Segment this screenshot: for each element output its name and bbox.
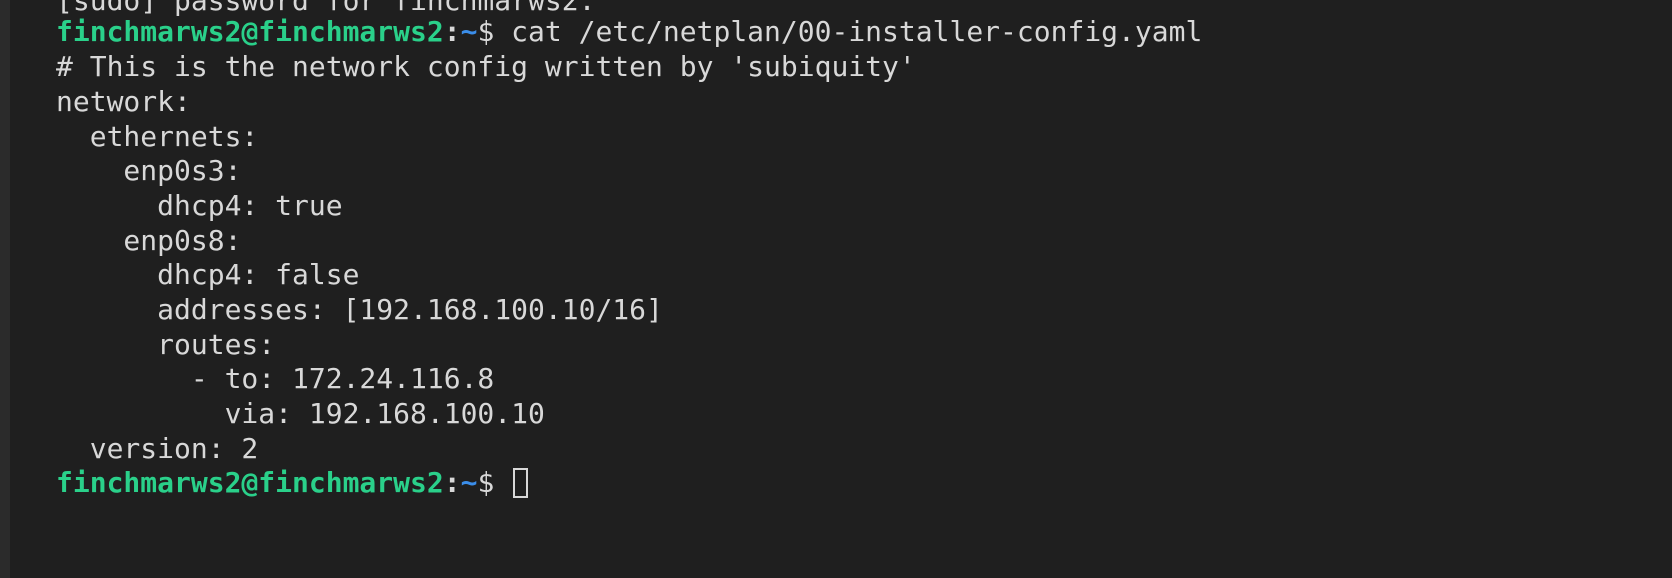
output-line: dhcp4: true bbox=[56, 189, 343, 222]
output-line: enp0s3: bbox=[56, 154, 242, 187]
prompt-symbol: $ bbox=[477, 15, 512, 48]
terminal-window[interactable]: [sudo] password for finchmarws2: finchma… bbox=[10, 0, 1672, 578]
output-line: - to: 172.24.116.8 bbox=[56, 362, 495, 395]
output-line: routes: bbox=[56, 328, 276, 361]
prompt-user-host: finchmarws2@finchmarws2 bbox=[56, 15, 444, 48]
output-line: # This is the network config written by … bbox=[56, 50, 916, 83]
prompt-path: ~ bbox=[460, 466, 478, 499]
cursor-block[interactable] bbox=[513, 468, 529, 498]
output-line: network: bbox=[56, 85, 191, 118]
output-line: version: 2 bbox=[56, 432, 259, 465]
output-line: ethernets: bbox=[56, 120, 259, 153]
prompt-separator: : bbox=[443, 466, 461, 499]
window-edge bbox=[0, 0, 10, 578]
active-prompt-line[interactable]: finchmarws2@finchmarws2:~$ bbox=[56, 464, 529, 501]
prompt-user-host: finchmarws2@finchmarws2 bbox=[56, 466, 444, 499]
prompt-separator: : bbox=[443, 15, 461, 48]
prompt-path: ~ bbox=[460, 15, 478, 48]
command-line: finchmarws2@finchmarws2:~$ cat /etc/netp… bbox=[56, 13, 1202, 50]
prompt-symbol: $ bbox=[477, 466, 512, 499]
output-line: dhcp4: false bbox=[56, 258, 360, 291]
output-line: via: 192.168.100.10 bbox=[56, 397, 545, 430]
output-line: addresses: [192.168.100.10/16] bbox=[56, 293, 663, 326]
output-line: enp0s8: bbox=[56, 224, 242, 257]
command-text: cat /etc/netplan/00-installer-config.yam… bbox=[511, 15, 1203, 48]
